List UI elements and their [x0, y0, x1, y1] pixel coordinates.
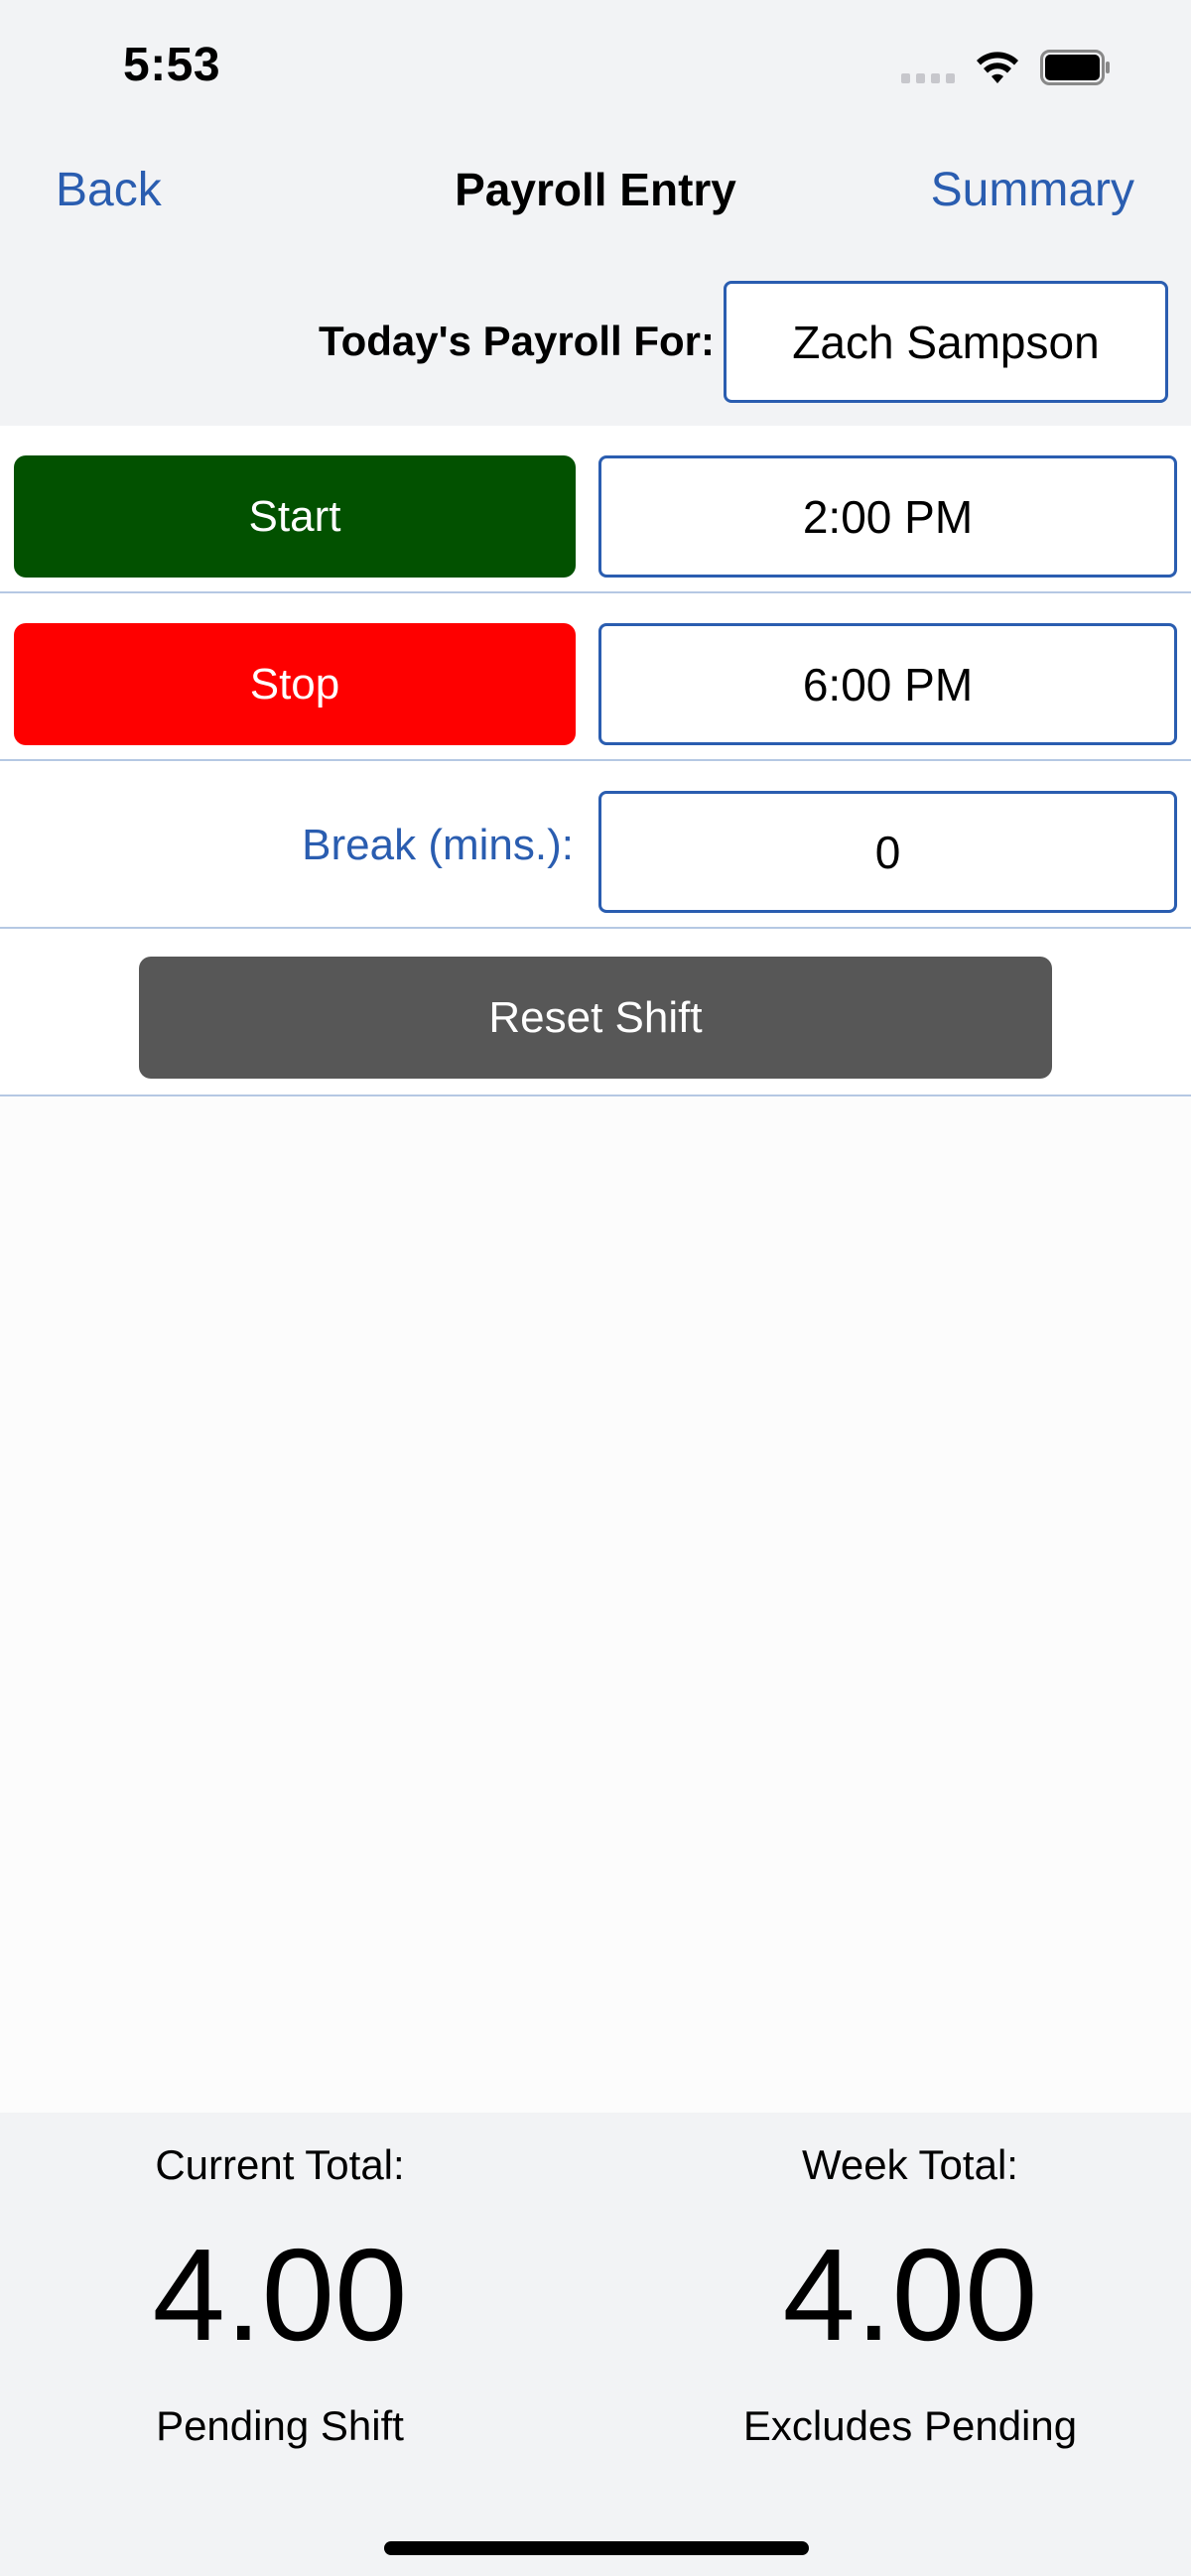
start-button[interactable]: Start [14, 455, 576, 578]
summary-button[interactable]: Summary [931, 163, 1134, 217]
reset-shift-button[interactable]: Reset Shift [139, 957, 1052, 1079]
break-label: Break (mins.): [302, 821, 574, 869]
stop-row: Stop 6:00 PM [0, 593, 1191, 761]
status-time: 5:53 [123, 39, 221, 91]
shift-form: Start 2:00 PM Stop 6:00 PM Break (mins.)… [0, 426, 1191, 2113]
wifi-icon [977, 52, 1018, 83]
start-time-field[interactable]: 2:00 PM [598, 455, 1177, 578]
current-total-caption: Pending Shift [156, 2402, 404, 2449]
battery-icon [1040, 50, 1110, 85]
break-row: Break (mins.): 0 [0, 761, 1191, 929]
employee-selector[interactable]: Zach Sampson [724, 281, 1168, 403]
cellular-signal-icon [901, 73, 955, 83]
home-indicator[interactable] [384, 2541, 809, 2555]
week-total-caption: Excludes Pending [742, 2402, 1078, 2449]
stop-time-field[interactable]: 6:00 PM [598, 623, 1177, 745]
week-total-value: 4.00 [782, 2222, 1038, 2368]
break-minutes-field[interactable]: 0 [598, 791, 1177, 913]
stop-button[interactable]: Stop [14, 623, 576, 745]
start-row: Start 2:00 PM [0, 426, 1191, 593]
navigation-bar: Back Payroll Entry Summary [0, 139, 1191, 248]
current-total-label: Current Total: [155, 2141, 405, 2188]
week-total-label: Week Total: [802, 2141, 1018, 2188]
totals-panel: Current Total: 4.00 Pending Shift Week T… [0, 2113, 1191, 2576]
employee-label: Today's Payroll For: [319, 318, 715, 364]
current-total-value: 4.00 [152, 2222, 408, 2368]
reset-row: Reset Shift [0, 929, 1191, 1096]
status-bar: 5:53 [0, 0, 1191, 139]
